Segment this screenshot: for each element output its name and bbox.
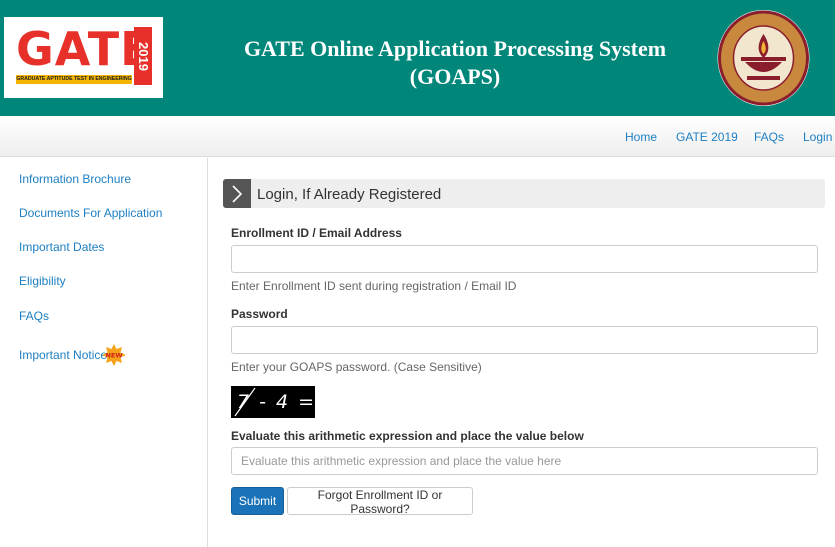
top-nav: Home GATE 2019 FAQs Login bbox=[0, 116, 835, 157]
site-title-line2: (GOAPS) bbox=[409, 64, 501, 89]
sidebar-item-important-notice[interactable]: Important Notice bbox=[19, 348, 107, 362]
password-input[interactable] bbox=[231, 326, 818, 354]
enrollment-help-text: Enter Enrollment ID sent during registra… bbox=[231, 279, 517, 293]
nav-gate2019-link[interactable]: GATE 2019 bbox=[676, 130, 738, 144]
arithmetic-label: Evaluate this arithmetic expression and … bbox=[231, 429, 584, 443]
svg-text:NEW: NEW bbox=[105, 352, 122, 360]
logo-word: GATE bbox=[16, 22, 153, 76]
sidebar-item-important-dates[interactable]: Important Dates bbox=[19, 240, 104, 254]
site-title: GATE Online Application Processing Syste… bbox=[215, 35, 695, 91]
sidebar-item-faqs[interactable]: FAQs bbox=[19, 309, 49, 323]
enrollment-label: Enrollment ID / Email Address bbox=[231, 226, 402, 240]
forgot-credentials-button[interactable]: Forgot Enrollment ID or Password? bbox=[287, 487, 473, 516]
logo-year: 2019 bbox=[134, 27, 152, 85]
sidebar-item-documents[interactable]: Documents For Application bbox=[19, 206, 162, 220]
submit-button[interactable]: Submit bbox=[231, 487, 284, 515]
sidebar-item-information-brochure[interactable]: Information Brochure bbox=[19, 172, 131, 186]
captcha-noise-line bbox=[234, 387, 256, 417]
login-panel-header: Login, If Already Registered bbox=[223, 179, 825, 208]
sidebar-item-eligibility[interactable]: Eligibility bbox=[19, 274, 66, 288]
captcha-image: 7 - 4 = bbox=[231, 386, 315, 418]
enrollment-id-input[interactable] bbox=[231, 245, 818, 273]
nav-home-link[interactable]: Home bbox=[625, 130, 657, 144]
nav-faqs-link[interactable]: FAQs bbox=[754, 130, 784, 144]
password-label: Password bbox=[231, 307, 288, 321]
sidebar: Information Brochure Documents For Appli… bbox=[0, 158, 208, 547]
password-help-text: Enter your GOAPS password. (Case Sensiti… bbox=[231, 360, 482, 374]
logo-tagline: GRADUATE APTITUDE TEST IN ENGINEERING bbox=[16, 75, 132, 84]
arithmetic-answer-input[interactable] bbox=[231, 447, 818, 475]
chevron-right-icon bbox=[223, 179, 251, 208]
gate-2019-logo[interactable]: GATE 2019 GRADUATE APTITUDE TEST IN ENGI… bbox=[4, 17, 163, 98]
new-badge-icon: NEW bbox=[102, 344, 126, 366]
login-panel-title: Login, If Already Registered bbox=[257, 186, 442, 203]
site-header: GATE 2019 GRADUATE APTITUDE TEST IN ENGI… bbox=[0, 0, 835, 116]
iit-madras-seal[interactable] bbox=[716, 8, 811, 108]
site-title-line1: GATE Online Application Processing Syste… bbox=[243, 36, 667, 61]
nav-login-link[interactable]: Login bbox=[803, 130, 832, 144]
